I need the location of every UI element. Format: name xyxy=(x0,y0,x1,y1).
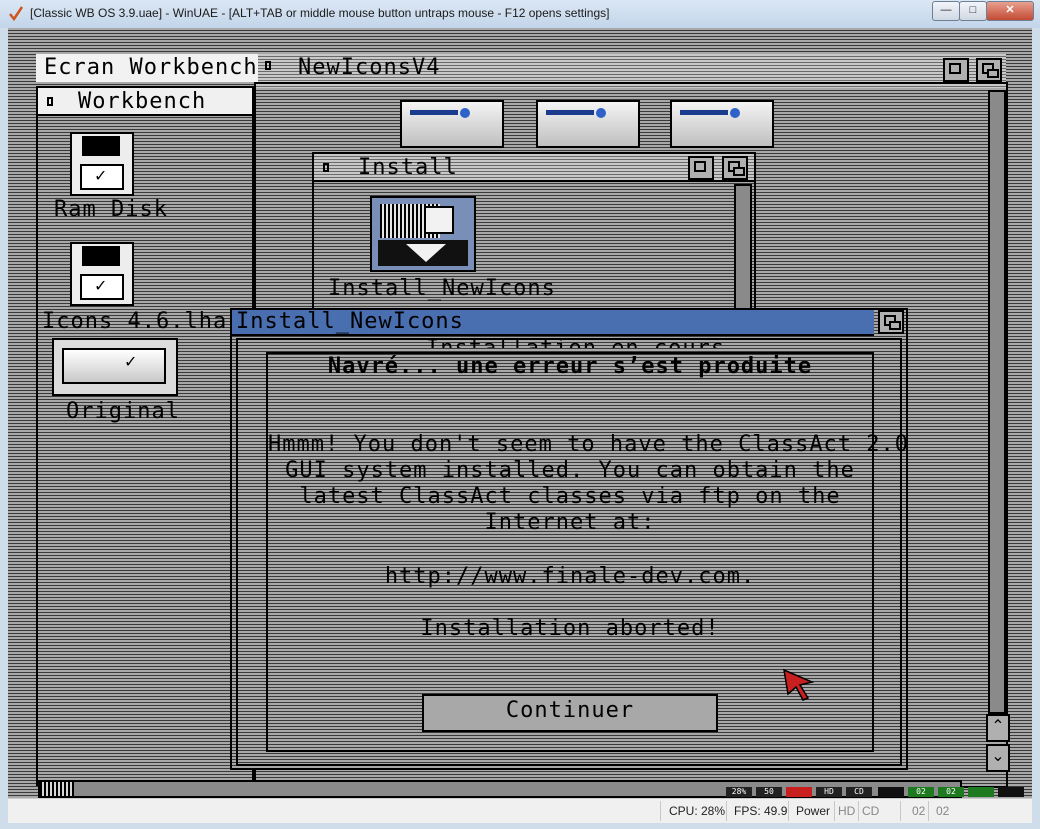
original-drive-icon[interactable]: ✓ xyxy=(52,338,178,396)
amiga-screen[interactable]: Ecran Workbench Workbench NewIconsV4 ⌃ ⌄… xyxy=(8,28,1032,798)
close-button[interactable]: ✕ xyxy=(986,1,1034,21)
install-zoom-gadget[interactable] xyxy=(688,156,714,180)
dialog-message-line: Hmmm! You don't seem to have the ClassAc… xyxy=(268,432,910,457)
led-blank xyxy=(878,787,904,797)
dialog-url: http://www.finale-dev.com. xyxy=(384,564,756,589)
scroll-up-arrow-icon[interactable]: ⌃ xyxy=(986,714,1010,742)
led-hd: HD xyxy=(816,787,842,797)
dialog-message-line: GUI system installed. You can obtain the xyxy=(285,458,855,483)
icons-lha-label: Icons 4.6.lha xyxy=(42,309,228,334)
status-fps: FPS: 49.9 xyxy=(734,804,788,818)
dialog-depth-gadget[interactable] xyxy=(878,310,904,334)
status-hd[interactable]: HD xyxy=(838,804,855,818)
horizontal-scroll-knob[interactable] xyxy=(40,782,74,796)
host-titlebar: [Classic WB OS 3.9.uae] - WinUAE - [ALT+… xyxy=(0,0,1040,28)
led-df0: 02 xyxy=(908,787,934,797)
status-df1[interactable]: 02 xyxy=(936,804,949,818)
dialog-message-line: Internet at: xyxy=(484,510,656,535)
host-window-title: [Classic WB OS 3.9.uae] - WinUAE - [ALT+… xyxy=(30,6,610,20)
scroll-down-arrow-icon[interactable]: ⌄ xyxy=(986,744,1010,772)
dialog-heading: Navré... une erreur s’est produite xyxy=(327,354,813,379)
maximize-icon: □ xyxy=(969,4,977,16)
newicons-vertical-scrollbar[interactable] xyxy=(988,90,1006,714)
led-power xyxy=(786,787,812,797)
ram-disk-icon[interactable]: ✓ xyxy=(70,132,134,196)
newicons-zoom-gadget[interactable] xyxy=(943,58,969,82)
led-cpu: 28% xyxy=(726,787,752,797)
close-icon: ✕ xyxy=(1005,4,1015,16)
install-window-title: Install xyxy=(358,155,458,180)
status-cpu: CPU: 28% xyxy=(669,804,726,818)
dialog-window-title: Install_NewIcons xyxy=(236,309,464,334)
led-df3 xyxy=(998,787,1024,797)
ram-disk-label: Ram Disk xyxy=(54,197,168,222)
workbench-window-title: Workbench xyxy=(78,89,207,114)
original-label: Original xyxy=(66,399,180,424)
workbench-close-gadget[interactable] xyxy=(44,94,58,110)
newicons-depth-gadget[interactable] xyxy=(976,58,1002,82)
minimize-button[interactable]: — xyxy=(932,1,960,21)
status-df0[interactable]: 02 xyxy=(912,804,925,818)
drive-icon[interactable] xyxy=(670,100,774,148)
drive-icon[interactable] xyxy=(536,100,640,148)
status-cd[interactable]: CD xyxy=(862,804,879,818)
host-statusbar: CPU: 28% FPS: 49.9 Power HD CD 02 02 xyxy=(8,798,1032,823)
led-fps: 50 xyxy=(756,787,782,797)
dialog-message-line: latest ClassAct classes via ftp on the xyxy=(299,484,841,509)
icons-lha-icon[interactable]: ✓ xyxy=(70,242,134,306)
newicons-close-gadget[interactable] xyxy=(262,58,276,74)
workbench-window[interactable]: Workbench xyxy=(36,86,254,786)
led-df1: 02 xyxy=(938,787,964,797)
drive-icon[interactable] xyxy=(400,100,504,148)
led-cd: CD xyxy=(846,787,872,797)
minimize-icon: — xyxy=(940,4,952,16)
screen-title: Ecran Workbench xyxy=(44,55,258,80)
status-power[interactable]: Power xyxy=(796,804,830,818)
install-depth-gadget[interactable] xyxy=(722,156,748,180)
dialog-aborted-text: Installation aborted! xyxy=(420,616,720,641)
maximize-button[interactable]: □ xyxy=(959,1,987,21)
led-df2 xyxy=(968,787,994,797)
dialog-behind-text: Installation en cours xyxy=(426,336,725,348)
newicons-window-title: NewIconsV4 xyxy=(298,55,441,80)
continue-button[interactable]: Continuer xyxy=(422,694,718,732)
install-newicons-label: Install_NewIcons xyxy=(328,276,556,301)
winuae-app-icon[interactable] xyxy=(8,5,24,21)
dialog-titlebar[interactable]: Install_NewIcons xyxy=(232,309,874,336)
install-newicons-icon[interactable] xyxy=(370,196,476,272)
screen-titlebar[interactable]: Ecran Workbench xyxy=(36,54,1006,82)
mouse-pointer-icon xyxy=(783,668,815,701)
install-close-gadget[interactable] xyxy=(320,160,334,176)
